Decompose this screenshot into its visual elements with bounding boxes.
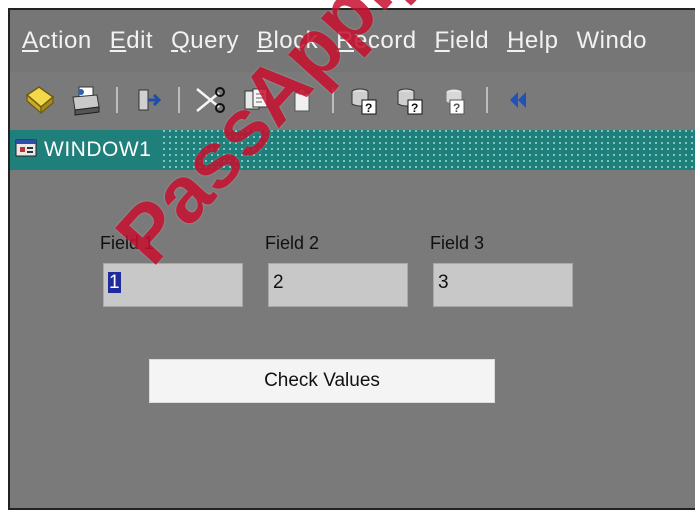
svg-text:?: ? — [411, 101, 418, 115]
menu-edit-label: dit — [126, 27, 154, 54]
menu-record[interactable]: Record — [336, 27, 416, 55]
cut-icon[interactable] — [192, 82, 228, 118]
menu-block[interactable]: Block — [257, 27, 318, 55]
menu-help-label: elp — [524, 27, 559, 54]
field-3-input[interactable]: 3 — [433, 263, 573, 307]
copy-icon[interactable] — [238, 82, 274, 118]
field-1-input[interactable]: 1 — [103, 263, 243, 307]
menu-window-label: indo — [599, 27, 647, 54]
field-3-value: 3 — [438, 272, 449, 293]
exit-icon[interactable] — [130, 82, 166, 118]
toolbar: ? ? ? — [10, 72, 695, 128]
menu-query[interactable]: Query — [171, 27, 239, 55]
menu-field[interactable]: Field — [435, 27, 490, 55]
execute-query-icon[interactable]: ? — [392, 82, 428, 118]
save-icon[interactable] — [22, 82, 58, 118]
previous-block-icon[interactable] — [500, 82, 536, 118]
menu-window[interactable]: Windo — [576, 27, 647, 55]
window-title: WINDOW1 — [44, 138, 152, 161]
menu-block-label: lock — [273, 27, 319, 54]
toolbar-separator — [332, 87, 334, 113]
menu-help[interactable]: Help — [507, 27, 558, 55]
field-1-label: Field 1 — [100, 233, 155, 253]
window-form-icon — [14, 136, 40, 165]
menu-action-label: ction — [38, 27, 92, 54]
menu-edit[interactable]: Edit — [110, 27, 153, 55]
window-title-bar[interactable]: WINDOW1 — [10, 130, 695, 170]
field-2-label: Field 2 — [265, 233, 320, 253]
menu-record-mnemonic: R — [336, 27, 354, 54]
menu-edit-mnemonic: E — [109, 27, 127, 54]
toolbar-separator — [116, 87, 118, 113]
menu-action[interactable]: Action — [22, 27, 92, 55]
app-window: Action Edit Query Block Record Field Hel… — [8, 8, 695, 510]
menu-record-label: ecord — [354, 27, 417, 54]
menu-action-mnemonic: A — [22, 27, 39, 54]
field-2-input[interactable]: 2 — [268, 263, 408, 307]
check-values-button[interactable]: Check Values — [149, 359, 495, 403]
paste-icon[interactable] — [284, 82, 320, 118]
window-title-wrap: WINDOW1 — [10, 130, 162, 170]
form-canvas: Field 1 Field 2 Field 3 1 2 3 Check Valu… — [10, 170, 695, 508]
menu-query-label: uery — [190, 27, 239, 54]
menu-bar: Action Edit Query Block Record Field Hel… — [10, 10, 695, 72]
field-3-label: Field 3 — [430, 233, 485, 253]
enter-query-icon[interactable]: ? — [346, 82, 382, 118]
menu-field-mnemonic: F — [434, 27, 450, 54]
cancel-query-icon[interactable]: ? — [438, 82, 474, 118]
menu-help-mnemonic: H — [507, 27, 525, 54]
toolbar-separator — [178, 87, 180, 113]
svg-text:?: ? — [365, 101, 372, 115]
menu-query-mnemonic: Q — [171, 27, 191, 54]
menu-field-label: ield — [449, 27, 490, 54]
field-2-value: 2 — [273, 272, 284, 293]
print-icon[interactable] — [68, 82, 104, 118]
menu-block-mnemonic: B — [256, 27, 274, 54]
svg-text:?: ? — [453, 101, 460, 115]
menu-window-first: W — [576, 27, 600, 54]
toolbar-separator — [486, 87, 488, 113]
field-1-value: 1 — [108, 272, 121, 293]
